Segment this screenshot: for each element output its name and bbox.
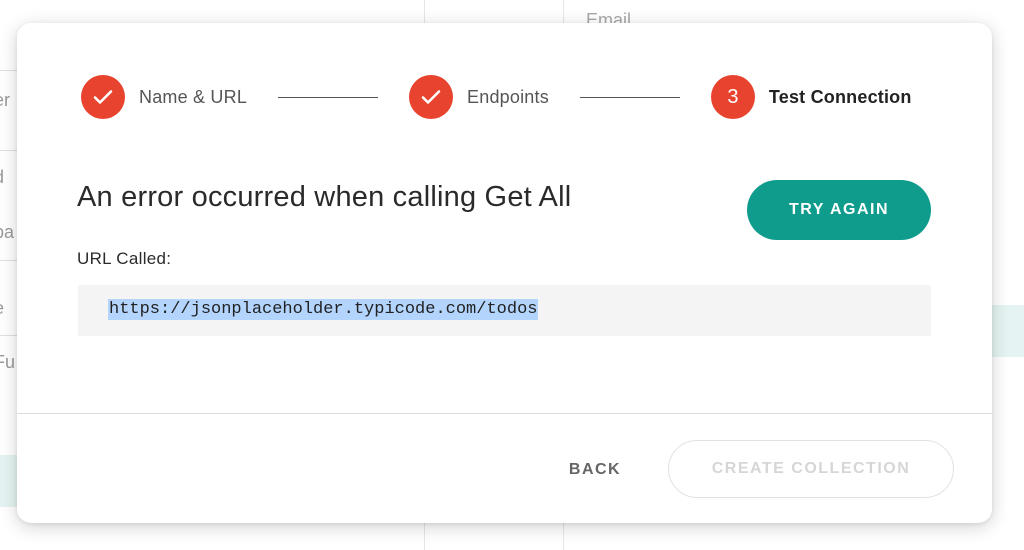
background-selected-row: [0, 455, 18, 507]
background-row-text: Fu: [0, 352, 16, 372]
stepper: Name & URL Endpoints 3 Test Connection: [81, 75, 912, 119]
create-collection-button[interactable]: CREATE COLLECTION: [668, 440, 954, 498]
url-value[interactable]: https://jsonplaceholder.typicode.com/tod…: [108, 299, 539, 320]
background-row-text: e: [0, 298, 4, 319]
error-title: An error occurred when calling Get All: [77, 181, 572, 213]
step-label: Test Connection: [768, 86, 912, 107]
step-label: Name & URL: [139, 86, 248, 107]
create-collection-modal: Name & URL Endpoints 3 Test Connection A…: [17, 23, 992, 523]
background-row-text: er: [0, 90, 11, 110]
step-connector: [579, 96, 680, 98]
back-button[interactable]: BACK: [552, 453, 638, 487]
url-display-box: https://jsonplaceholder.typicode.com/tod…: [78, 285, 931, 336]
step-test-connection: 3 Test Connection: [710, 75, 912, 119]
check-icon: [93, 90, 113, 104]
step-connector: [278, 96, 379, 98]
background-row-text: d: [0, 167, 4, 188]
step-label: Endpoints: [467, 86, 549, 107]
footer-divider: [17, 413, 992, 414]
step-endpoints[interactable]: Endpoints: [409, 75, 549, 119]
background-row-text: pa: [0, 222, 15, 242]
step-name-url[interactable]: Name & URL: [81, 75, 247, 119]
step-number-badge: 3: [710, 75, 755, 119]
step-complete-badge: [409, 75, 454, 119]
try-again-button[interactable]: TRY AGAIN: [747, 180, 931, 240]
step-complete-badge: [81, 75, 125, 119]
check-icon: [421, 90, 441, 104]
url-called-label: URL Called:: [77, 249, 172, 268]
